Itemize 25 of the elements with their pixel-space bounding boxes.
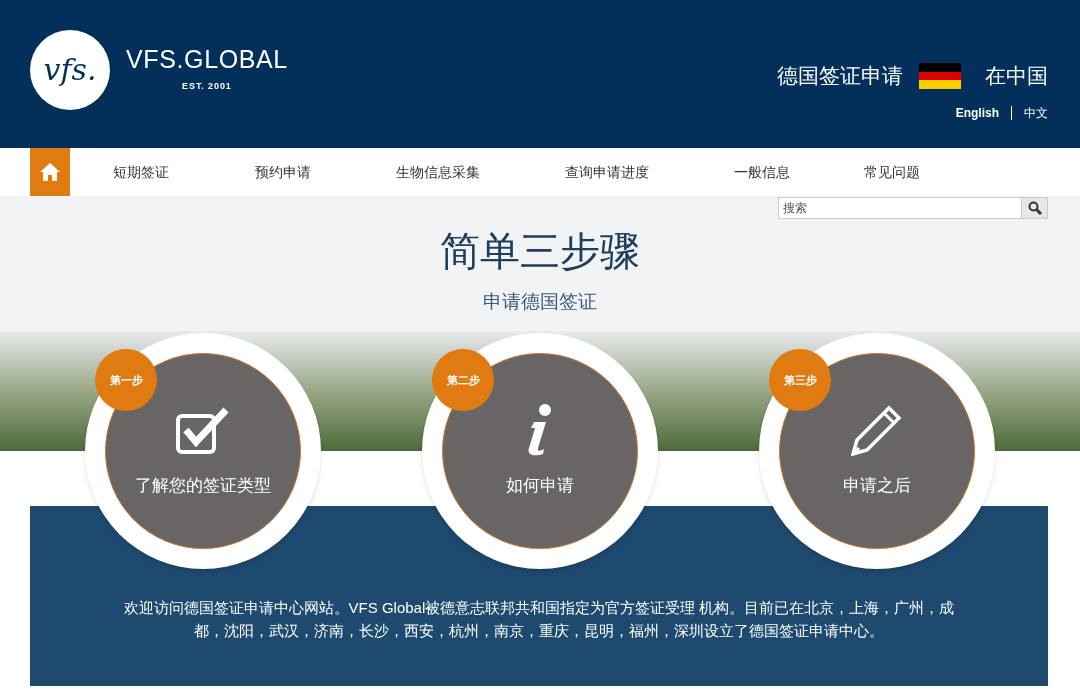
- home-icon: [40, 163, 60, 181]
- pencil-icon: [851, 404, 903, 457]
- search-icon: [1027, 201, 1042, 215]
- info-icon: [526, 404, 554, 457]
- language-link[interactable]: English: [955, 103, 999, 122]
- site-title-suffix: 在中国: [985, 63, 1048, 89]
- nav-link[interactable]: 生物信息采集: [354, 161, 522, 183]
- language-link[interactable]: 中文: [1024, 103, 1048, 122]
- site-title: 德国签证申请: [777, 63, 903, 89]
- nav-link[interactable]: 查询申请进度: [522, 161, 692, 183]
- intro-text: 欢迎访问德国签证申请中心网站。VFS Global被德意志联邦共和国指定为官方签证受理 机构。目前已在北京，上海，广州，成都，沈阳，武汉，济南，长沙，西安，杭州，南京，重庆，昆明，福州，深圳设立了德国签证申请中心。: [122, 598, 956, 641]
- hero-title: 简单三步骤: [440, 227, 640, 276]
- logo-tagline: EST. 2001: [182, 79, 232, 93]
- checkbox-icon: [176, 406, 230, 455]
- nav-link[interactable]: 短期签证: [70, 161, 212, 183]
- logo-mark: vfs.: [43, 55, 97, 85]
- logo-wordmark: VFS.GLOBAL: [126, 46, 288, 72]
- nav-link[interactable]: 一般信息: [692, 161, 832, 183]
- home-button[interactable]: [30, 148, 70, 196]
- nav-link[interactable]: 预约申请: [212, 161, 354, 183]
- search-field[interactable]: 搜索: [778, 197, 1022, 219]
- search-button[interactable]: [1022, 197, 1048, 219]
- hero-subtitle: 申请德国签证: [483, 290, 597, 314]
- germany-flag-icon: [919, 62, 961, 89]
- nav-link[interactable]: 常见问题: [832, 161, 952, 183]
